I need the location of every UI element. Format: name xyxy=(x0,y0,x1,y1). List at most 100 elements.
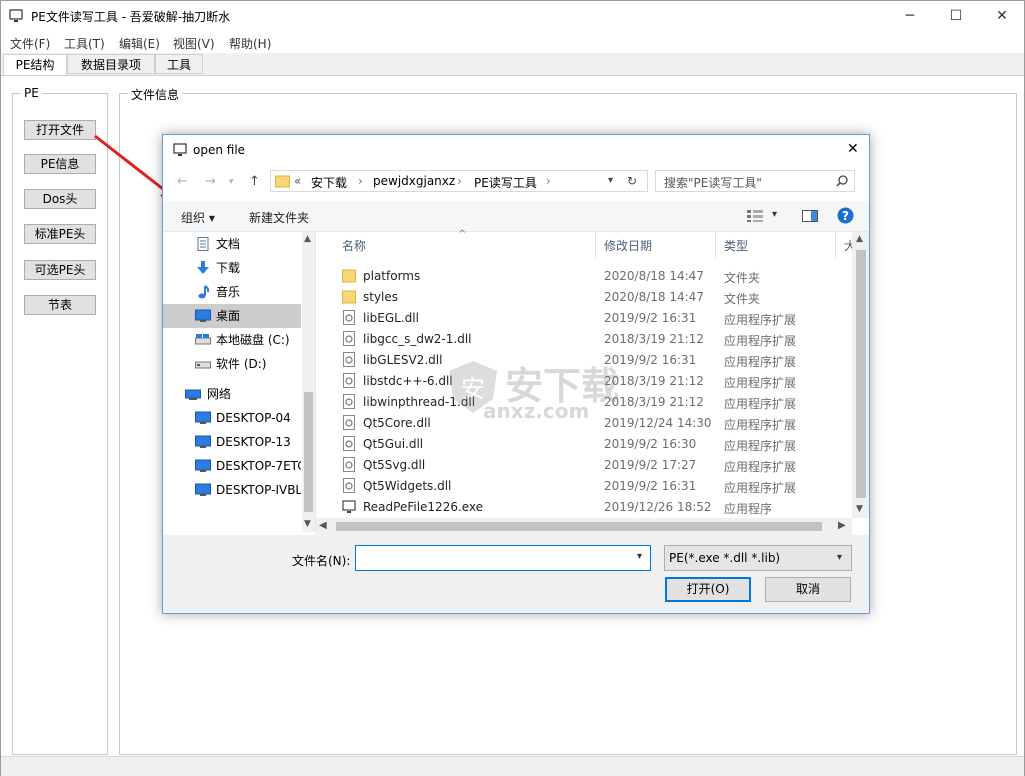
nav-item-music[interactable]: 音乐 xyxy=(163,280,301,304)
refresh-icon[interactable]: ↻ xyxy=(627,174,637,188)
breadcrumb-item-anxz[interactable]: 安下载 xyxy=(311,174,347,191)
file-name: styles xyxy=(363,290,399,304)
minimize-button[interactable]: ─ xyxy=(887,1,933,31)
organize-menu[interactable]: 组织 ▾ xyxy=(181,209,215,226)
svg-text:?: ? xyxy=(842,209,849,223)
menu-tools[interactable]: 工具(T) xyxy=(64,35,105,52)
horizontal-scroll-thumb[interactable] xyxy=(336,522,822,531)
breadcrumb-overflow[interactable]: « xyxy=(294,174,301,188)
filter-dropdown-icon[interactable]: ▾ xyxy=(837,552,842,563)
dialog-monitor-icon xyxy=(173,143,187,156)
network-icon xyxy=(185,389,201,400)
nav-label: 音乐 xyxy=(216,285,241,299)
scroll-right-icon[interactable]: ▶ xyxy=(838,520,846,531)
file-type: 应用程序扩展 xyxy=(724,418,797,432)
file-type: 应用程序扩展 xyxy=(724,355,797,369)
file-type-select[interactable]: PE(*.exe *.dll *.lib) ▾ xyxy=(664,545,852,571)
nav-item-software-d[interactable]: 软件 (D:) xyxy=(163,352,301,376)
scroll-left-icon[interactable]: ◀ xyxy=(319,520,327,531)
new-folder-button[interactable]: 新建文件夹 xyxy=(249,209,309,226)
pe-info-button[interactable]: PE信息 xyxy=(24,154,96,174)
close-button[interactable]: ✕ xyxy=(979,1,1025,31)
file-row[interactable]: libgcc_s_dw2-1.dll 2018/3/19 21:12 应用程序扩展 xyxy=(336,328,836,349)
address-bar-row: ← → ▾ ↑ « 安下载 › pewjdxgjanxz › PE读写工具 › … xyxy=(163,165,869,197)
nav-item-desktop-7etc[interactable]: DESKTOP-7ETC xyxy=(163,454,301,478)
file-type: 应用程序扩展 xyxy=(724,334,797,348)
vertical-scroll-thumb[interactable] xyxy=(856,250,866,498)
nav-item-desktop-04[interactable]: DESKTOP-04 xyxy=(163,406,301,430)
address-box[interactable]: « 安下载 › pewjdxgjanxz › PE读写工具 › ▾ ↻ xyxy=(270,170,648,192)
view-dropdown-icon[interactable]: ▾ xyxy=(772,209,777,220)
nav-item-downloads[interactable]: 下载 xyxy=(163,256,301,280)
search-icon xyxy=(836,175,848,187)
file-row[interactable]: styles 2020/8/18 14:47 文件夹 xyxy=(336,286,836,307)
nav-item-desktop[interactable]: 桌面 xyxy=(163,304,301,328)
nav-scroll-thumb[interactable] xyxy=(304,392,313,512)
file-type: 应用程序扩展 xyxy=(724,460,797,474)
file-date: 2019/12/26 18:52 xyxy=(604,500,712,514)
menu-file[interactable]: 文件(F) xyxy=(10,35,50,52)
breadcrumb-item-pewjdxgjanxz[interactable]: pewjdxgjanxz xyxy=(373,174,455,188)
filename-dropdown-icon[interactable]: ▾ xyxy=(637,551,642,562)
filename-input[interactable] xyxy=(355,545,651,571)
help-icon[interactable]: ? xyxy=(837,207,854,224)
tab-data-directory[interactable]: 数据目录项 xyxy=(67,54,155,74)
file-info-group-title: 文件信息 xyxy=(128,86,183,103)
tab-tools[interactable]: 工具 xyxy=(155,54,203,74)
computer-icon xyxy=(195,435,211,448)
scroll-up-icon[interactable]: ▲ xyxy=(856,234,863,244)
menu-help[interactable]: 帮助(H) xyxy=(229,35,271,52)
nav-label: DESKTOP-IVBL xyxy=(216,483,301,497)
search-box[interactable]: 搜索"PE读写工具" xyxy=(655,170,855,192)
breadcrumb-item-pe-tool[interactable]: PE读写工具 xyxy=(474,174,537,191)
view-options-icon[interactable] xyxy=(747,210,763,222)
nav-item-network[interactable]: 网络 xyxy=(163,382,301,406)
open-file-button[interactable]: 打开文件 xyxy=(24,120,96,140)
forward-arrow-icon[interactable]: → xyxy=(205,174,216,189)
file-row[interactable]: ReadPeFile1226.exe 2019/12/26 18:52 应用程序 xyxy=(336,496,836,517)
dialog-close-button[interactable]: ✕ xyxy=(847,141,859,157)
up-arrow-icon[interactable]: ↑ xyxy=(249,174,260,189)
file-date: 2019/9/2 16:30 xyxy=(604,437,697,451)
nav-item-documents[interactable]: 文档 xyxy=(163,232,301,256)
cancel-button[interactable]: 取消 xyxy=(765,577,851,602)
scroll-down-icon[interactable]: ▼ xyxy=(304,519,311,529)
menu-edit[interactable]: 编辑(E) xyxy=(119,35,160,52)
scroll-up-icon[interactable]: ▲ xyxy=(304,234,311,244)
file-row[interactable]: libEGL.dll 2019/9/2 16:31 应用程序扩展 xyxy=(336,307,836,328)
file-type: 文件夹 xyxy=(724,271,761,285)
file-row[interactable]: platforms 2020/8/18 14:47 文件夹 xyxy=(336,265,836,286)
file-row[interactable]: Qt5Svg.dll 2019/9/2 17:27 应用程序扩展 xyxy=(336,454,836,475)
file-list-vertical-scrollbar[interactable]: ▲ ▼ xyxy=(852,232,869,518)
nav-item-desktop-ivbl[interactable]: DESKTOP-IVBL xyxy=(163,478,301,502)
file-name: Qt5Core.dll xyxy=(363,416,431,430)
tab-pe-structure[interactable]: PE结构 xyxy=(3,54,67,76)
nav-item-desktop-13[interactable]: DESKTOP-13 xyxy=(163,430,301,454)
nav-label: 桌面 xyxy=(216,309,241,323)
nav-label: DESKTOP-13 xyxy=(216,435,291,449)
address-dropdown-icon[interactable]: ▾ xyxy=(608,175,613,186)
back-arrow-icon[interactable]: ← xyxy=(177,174,188,189)
scroll-down-icon[interactable]: ▼ xyxy=(856,504,863,514)
open-button[interactable]: 打开(O) xyxy=(665,577,751,602)
dos-header-button[interactable]: Dos头 xyxy=(24,189,96,209)
history-chevron-icon[interactable]: ▾ xyxy=(229,177,234,187)
column-header-type[interactable]: 类型 xyxy=(716,232,836,260)
nav-item-local-disk-c[interactable]: 本地磁盘 (C:) xyxy=(163,328,301,352)
file-name: libEGL.dll xyxy=(363,311,419,325)
maximize-button[interactable]: ☐ xyxy=(933,1,979,31)
nav-scrollbar[interactable]: ▲ ▼ xyxy=(302,232,315,532)
nav-label: 本地磁盘 (C:) xyxy=(216,333,290,347)
file-row[interactable]: Qt5Gui.dll 2019/9/2 16:30 应用程序扩展 xyxy=(336,433,836,454)
music-icon xyxy=(198,285,210,299)
file-row[interactable]: Qt5Widgets.dll 2019/9/2 16:31 应用程序扩展 xyxy=(336,475,836,496)
standard-pe-header-button[interactable]: 标准PE头 xyxy=(24,224,96,244)
optional-pe-header-button[interactable]: 可选PE头 xyxy=(24,260,96,280)
column-header-date[interactable]: 修改日期 xyxy=(596,232,716,260)
section-table-button[interactable]: 节表 xyxy=(24,295,96,315)
preview-pane-icon[interactable] xyxy=(802,210,818,222)
search-placeholder: 搜索"PE读写工具" xyxy=(664,176,762,190)
menu-view[interactable]: 视图(V) xyxy=(173,35,215,52)
watermark-text-en: anxz.com xyxy=(483,399,590,423)
file-list-horizontal-scrollbar[interactable]: ◀ ▶ xyxy=(316,518,852,535)
